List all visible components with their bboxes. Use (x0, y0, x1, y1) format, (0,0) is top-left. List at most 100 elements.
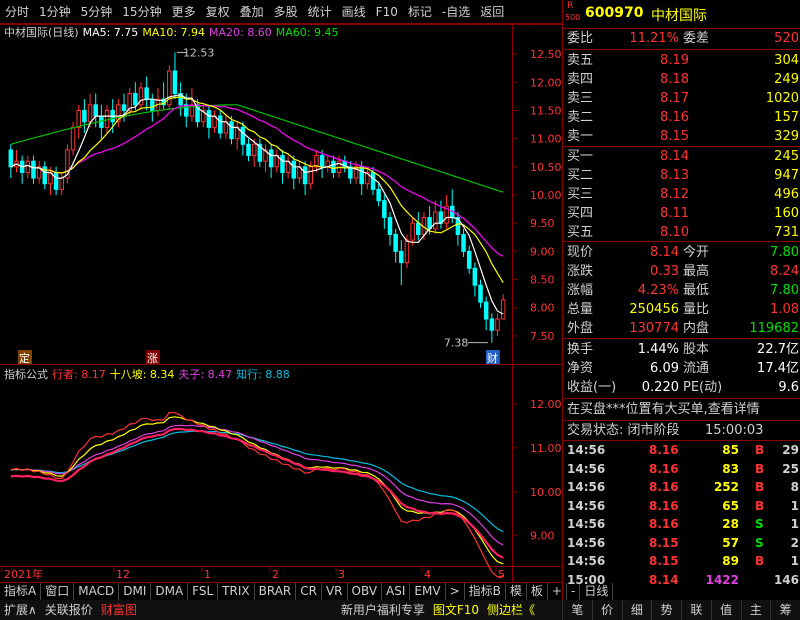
right-tab-6[interactable]: 主 (740, 600, 771, 620)
toolbar-item-11[interactable]: 标记 (403, 0, 437, 24)
sell-row-2[interactable]: 卖三 8.17 1020 (563, 89, 800, 108)
sell-row-1[interactable]: 卖四 8.18 249 (563, 70, 800, 89)
candle-body (433, 211, 438, 230)
indicator-tab-3[interactable]: DMI (119, 583, 152, 600)
candle-body (8, 149, 14, 168)
ext-item-0[interactable]: 扩展∧ (0, 600, 41, 620)
toolbar-item-8[interactable]: 统计 (303, 0, 337, 24)
candle-body (387, 217, 393, 235)
buy-volume: 947 (774, 168, 799, 183)
tick-count: 146 (773, 572, 799, 587)
indicator-tab-7[interactable]: BRAR (255, 583, 297, 600)
stat-row-1-label2: 最高 (683, 264, 710, 279)
tag-cai[interactable]: 财 (487, 351, 498, 365)
indicator-tab-11[interactable]: ASI (382, 583, 411, 600)
tick-count: 1 (790, 498, 799, 513)
toolbar-item-7[interactable]: 多股 (269, 0, 303, 24)
buy-row-0[interactable]: 买一 8.14 245 (563, 147, 800, 166)
ext-item-5[interactable]: 侧边栏《 (483, 600, 539, 620)
indicator-tab-15[interactable]: 模 (506, 583, 527, 600)
candle-body (410, 222, 415, 241)
indicator-tab-6[interactable]: TRIX (218, 583, 255, 600)
ext-item-1[interactable]: 关联报价 (41, 600, 97, 620)
right-tab-1[interactable]: 价 (591, 600, 622, 620)
tick-time: 14:56 (567, 498, 606, 513)
buy-volume: 496 (774, 187, 799, 202)
indicator-tab-13[interactable]: > (446, 583, 465, 600)
indicator-tab-1[interactable]: 窗口 (41, 583, 75, 600)
candle-body (280, 155, 285, 173)
candle-body (359, 166, 364, 185)
sell-row-3[interactable]: 卖二 8.16 157 (563, 108, 800, 127)
status-row: 交易状态: 闭市阶段 15:00:03 (563, 421, 800, 440)
indicator-tab-2[interactable]: MACD (74, 583, 120, 600)
sell-price: 8.15 (660, 129, 689, 144)
tick-price: 8.16 (649, 517, 679, 531)
indicator-tab-12[interactable]: EMV (410, 583, 446, 600)
right-tab-4[interactable]: 联 (681, 600, 711, 620)
ytick-label-ind: 12.00 (530, 398, 562, 411)
stat-row-0-value2: 7.80 (770, 245, 799, 260)
right-tab-0[interactable]: 笔 (562, 600, 592, 620)
indicator-tab-16[interactable]: 板 (527, 583, 548, 600)
stat2-row-2-label: 收益(一) (567, 380, 617, 395)
indicator-tab-5[interactable]: FSL (188, 583, 219, 600)
toolbar-item-2[interactable]: 5分钟 (76, 0, 118, 24)
toolbar-item-0[interactable]: 分时 (0, 0, 34, 24)
indicator-tab-10[interactable]: OBV (348, 583, 383, 600)
candle-body (302, 166, 308, 185)
buy-row-1[interactable]: 买二 8.13 947 (563, 166, 800, 185)
right-tab-3[interactable]: 势 (651, 600, 681, 620)
buy-row-2[interactable]: 买三 8.12 496 (563, 185, 800, 204)
right-tab-2[interactable]: 细 (621, 600, 652, 620)
kline-chart-area[interactable]: 12.50 12.00 11.50 11.00 10.50 10.00 9.50 9.00 8.… (0, 0, 562, 582)
ma5-label: MA5: 7.75 (82, 25, 139, 39)
sell-row-0[interactable]: 卖五 8.19 304 (563, 51, 800, 70)
divider (563, 338, 800, 339)
toolbar-item-4[interactable]: 更多 (167, 0, 201, 24)
stat-row-4-label2: 内盘 (683, 321, 710, 336)
toolbar-item-12[interactable]: -自选 (437, 0, 475, 24)
toolbar-item-1[interactable]: 1分钟 (34, 0, 76, 24)
notice-row[interactable]: 在买盘***位置有大买单,查看详情 (563, 400, 800, 419)
ext-item-2[interactable]: 财富图 (97, 600, 141, 620)
stat-row-2-label2: 最低 (683, 283, 710, 298)
ext-item-3[interactable]: 新用户福利专享 (337, 600, 429, 620)
tick-row: 14:56 8.16 252 B 8 (563, 478, 800, 497)
wb-row: 委比 11.21% 委差 520 (563, 29, 800, 48)
buy-label: 买五 (567, 225, 594, 240)
toolbar-item-10[interactable]: F10 (371, 0, 403, 24)
indicator-name[interactable]: 指标公式 (4, 366, 48, 382)
candle-body (133, 93, 138, 106)
ytick-label-ind: 10.00 (530, 486, 562, 499)
right-tab-5[interactable]: 值 (710, 600, 741, 620)
indicator-tab-14[interactable]: 指标B (465, 583, 506, 600)
tick-count: 1 (790, 554, 799, 568)
candle-body (229, 121, 234, 140)
tag-zhang[interactable]: 涨 (147, 352, 158, 365)
candle-body (489, 318, 495, 331)
buy-row-3[interactable]: 买四 8.11 160 (563, 204, 800, 223)
right-tab-7[interactable]: 筹 (770, 600, 800, 620)
toolbar-item-9[interactable]: 画线 (337, 0, 371, 24)
ext-item-4[interactable]: 图文F10 (429, 600, 483, 620)
sell-row-4[interactable]: 卖一 8.15 329 (563, 127, 800, 146)
candle-body (308, 166, 314, 185)
indicator-tab-4[interactable]: DMA (151, 583, 189, 600)
wc-label: 委差 (683, 31, 710, 46)
stat2-row-0-label2: 股本 (683, 342, 710, 357)
tag-ding[interactable]: 定 (19, 351, 30, 365)
toolbar-item-5[interactable]: 复权 (201, 0, 235, 24)
xtick-label: 3 (338, 568, 345, 581)
toolbar-item-6[interactable]: 叠加 (235, 0, 269, 24)
notice-text[interactable]: 在买盘***位置有大买单,查看详情 (567, 400, 760, 419)
toolbar-item-3[interactable]: 15分钟 (117, 0, 166, 24)
indicator-tab-8[interactable]: CR (296, 583, 322, 600)
indicator-tab-9[interactable]: VR (322, 583, 348, 600)
wb-label: 委比 (567, 31, 594, 46)
toolbar-item-13[interactable]: 返回 (475, 0, 509, 24)
indicator-tab-0[interactable]: 指标A (0, 583, 42, 600)
candle-body (478, 284, 483, 303)
buy-row-4[interactable]: 买五 8.10 731 (563, 223, 800, 242)
candle-body (172, 70, 178, 95)
